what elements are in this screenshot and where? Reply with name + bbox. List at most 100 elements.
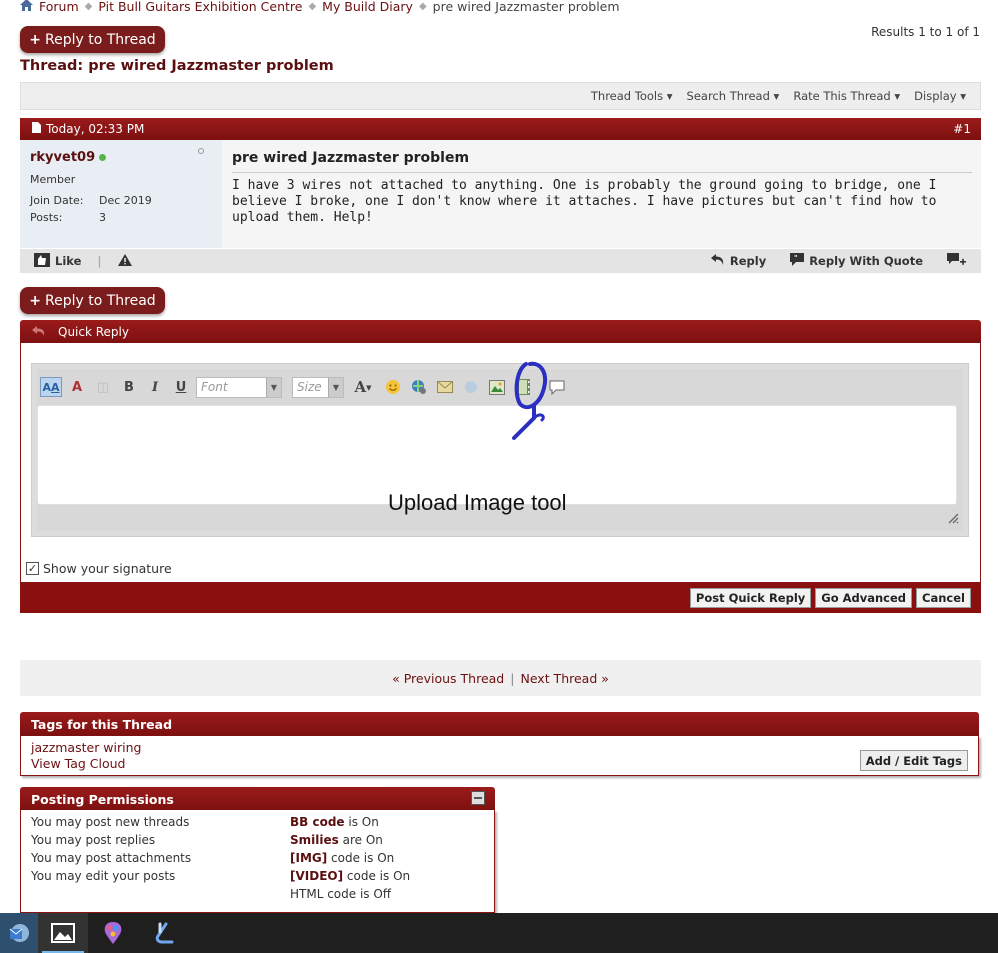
- text-color-icon[interactable]: A ▼: [348, 377, 378, 397]
- post-quick-reply-button[interactable]: Post Quick Reply: [689, 588, 812, 608]
- quick-reply-title: Quick Reply: [58, 324, 129, 339]
- breadcrumb-forum[interactable]: Forum: [39, 0, 79, 14]
- reply-arrow-icon: [710, 253, 725, 269]
- quick-reply-header: Quick Reply: [20, 320, 981, 343]
- reply-to-thread-label: Reply to Thread: [45, 31, 156, 48]
- insert-link-icon[interactable]: [408, 377, 430, 397]
- thumbs-up-icon: [34, 252, 50, 270]
- chevron-down-icon: ▼: [328, 377, 343, 397]
- paint-app-icon[interactable]: [88, 913, 138, 953]
- posts-value: 3: [99, 211, 106, 224]
- paste-icon[interactable]: ◫: [92, 377, 114, 397]
- user-info: rkyvet09 Member Join Date: Dec 2019 Posts…: [20, 140, 222, 248]
- reply-label: Reply: [729, 254, 767, 268]
- page-title: Thread: pre wired Jazzmaster problem: [20, 58, 334, 74]
- permissions-title: Posting Permissions: [31, 791, 174, 807]
- join-date-label: Join Date:: [30, 194, 84, 207]
- size-select[interactable]: Size ▼: [292, 376, 344, 398]
- reputation-icon: [198, 148, 204, 154]
- font-select[interactable]: Font ▼: [196, 376, 282, 398]
- permission-item: You may edit your posts: [31, 869, 176, 883]
- bold-icon[interactable]: B: [118, 377, 140, 397]
- post-text: I have 3 wires not attached to anything.…: [232, 178, 937, 225]
- search-thread-menu[interactable]: Search Thread: [687, 89, 780, 103]
- editor-toolbar: AA A ◫ B I U Font ▼ Size ▼ A ▼: [40, 375, 568, 399]
- insert-image-icon[interactable]: [486, 377, 508, 397]
- thread-navigation: « Previous Thread | Next Thread »: [20, 660, 981, 696]
- breadcrumb-build-diary[interactable]: My Build Diary: [322, 0, 413, 14]
- permission-item: You may post new threads: [31, 815, 190, 829]
- breadcrumb-separator-icon: ◆: [418, 0, 427, 12]
- like-label: Like: [55, 254, 82, 268]
- username[interactable]: rkyvet09: [30, 150, 95, 165]
- insert-email-icon[interactable]: [434, 377, 456, 397]
- permission-item: You may post attachments: [31, 851, 192, 865]
- img-status: code is On: [327, 851, 395, 865]
- report-warning-icon[interactable]: [117, 253, 132, 269]
- post-header: Today, 02:33 PM #1: [20, 118, 981, 140]
- thread-tools-menu[interactable]: Thread Tools: [591, 89, 673, 103]
- remove-format-icon[interactable]: A: [66, 377, 88, 397]
- next-thread-link[interactable]: Next Thread »: [520, 671, 608, 686]
- size-select-label: Size: [297, 380, 322, 394]
- permission-item: You may post replies: [31, 833, 156, 847]
- show-signature-option[interactable]: ✓ Show your signature: [26, 561, 172, 576]
- reply-to-thread-button-bottom[interactable]: + Reply to Thread: [20, 287, 165, 314]
- quick-reply-arrow-icon: [32, 325, 46, 339]
- like-button[interactable]: Like: [34, 252, 82, 270]
- smilies-link[interactable]: Smilies: [290, 833, 339, 847]
- resize-handle-icon[interactable]: [947, 512, 959, 527]
- annotation-circle-icon: [512, 361, 547, 440]
- signature-checkbox[interactable]: ✓: [26, 562, 39, 575]
- plus-icon: +: [29, 292, 42, 309]
- cancel-button[interactable]: Cancel: [916, 588, 971, 608]
- previous-thread-link[interactable]: « Previous Thread: [392, 671, 504, 686]
- post-date: Today, 02:33 PM: [46, 122, 145, 136]
- online-status-icon: [99, 154, 107, 161]
- annotation-text: Upload Image tool: [388, 490, 567, 515]
- permissions-body: You may post new threads You may post re…: [20, 810, 495, 913]
- tag-cloud-link[interactable]: View Tag Cloud: [31, 756, 125, 771]
- results-count: Results 1 to 1 of 1: [871, 25, 980, 39]
- italic-icon[interactable]: I: [144, 377, 166, 397]
- breadcrumb-exhibition-centre[interactable]: Pit Bull Guitars Exhibition Centre: [98, 0, 302, 14]
- reply-to-thread-label: Reply to Thread: [45, 292, 156, 309]
- html-status: HTML code is Off: [290, 887, 392, 901]
- svg-text:": ": [794, 254, 798, 262]
- smilie-icon[interactable]: [382, 377, 404, 397]
- photos-app-icon[interactable]: [38, 913, 88, 953]
- collapse-icon[interactable]: [471, 790, 485, 808]
- tag-link[interactable]: jazzmaster wiring: [31, 740, 141, 755]
- underline-icon[interactable]: U: [170, 377, 192, 397]
- show-signature-label: Show your signature: [43, 561, 172, 576]
- plus-icon: +: [29, 31, 42, 48]
- permission-bbcode: BB code is On: [290, 815, 379, 829]
- home-icon[interactable]: [20, 0, 33, 14]
- bbcode-link[interactable]: BB code: [290, 815, 345, 829]
- add-edit-tags-button[interactable]: Add / Edit Tags: [859, 750, 968, 771]
- rate-thread-menu[interactable]: Rate This Thread: [793, 89, 900, 103]
- mail-app-icon[interactable]: [0, 913, 38, 953]
- tags-body: jazzmaster wiring View Tag Cloud Add / E…: [20, 736, 979, 776]
- reply-with-quote-button[interactable]: " Reply With Quote: [790, 253, 923, 269]
- breadcrumb-separator-icon: ◆: [84, 0, 93, 12]
- go-advanced-button[interactable]: Go Advanced: [815, 588, 913, 608]
- snip-app-icon[interactable]: [138, 913, 188, 953]
- font-select-label: Font: [201, 380, 228, 394]
- display-menu[interactable]: Display: [914, 89, 966, 103]
- reply-button[interactable]: Reply: [710, 253, 767, 269]
- post-footer: Like | Reply " Reply With Quote: [20, 249, 981, 273]
- post-number[interactable]: #1: [953, 122, 971, 136]
- tags-header: Tags for this Thread: [20, 712, 979, 736]
- document-icon: [32, 122, 41, 136]
- message-textarea[interactable]: Upload Image tool: [37, 405, 957, 515]
- reply-to-thread-button[interactable]: + Reply to Thread: [20, 26, 165, 53]
- quote-bubble-icon: ": [790, 253, 805, 269]
- breadcrumb: Forum ◆ Pit Bull Guitars Exhibition Cent…: [20, 0, 620, 15]
- multi-quote-icon[interactable]: [947, 252, 967, 270]
- thread-nav-separator: |: [510, 670, 515, 686]
- wysiwyg-toggle-icon[interactable]: AA: [40, 377, 62, 397]
- bbcode-status: is On: [344, 815, 379, 829]
- remove-link-icon[interactable]: [460, 377, 482, 397]
- permission-smilies: Smilies are On: [290, 833, 383, 847]
